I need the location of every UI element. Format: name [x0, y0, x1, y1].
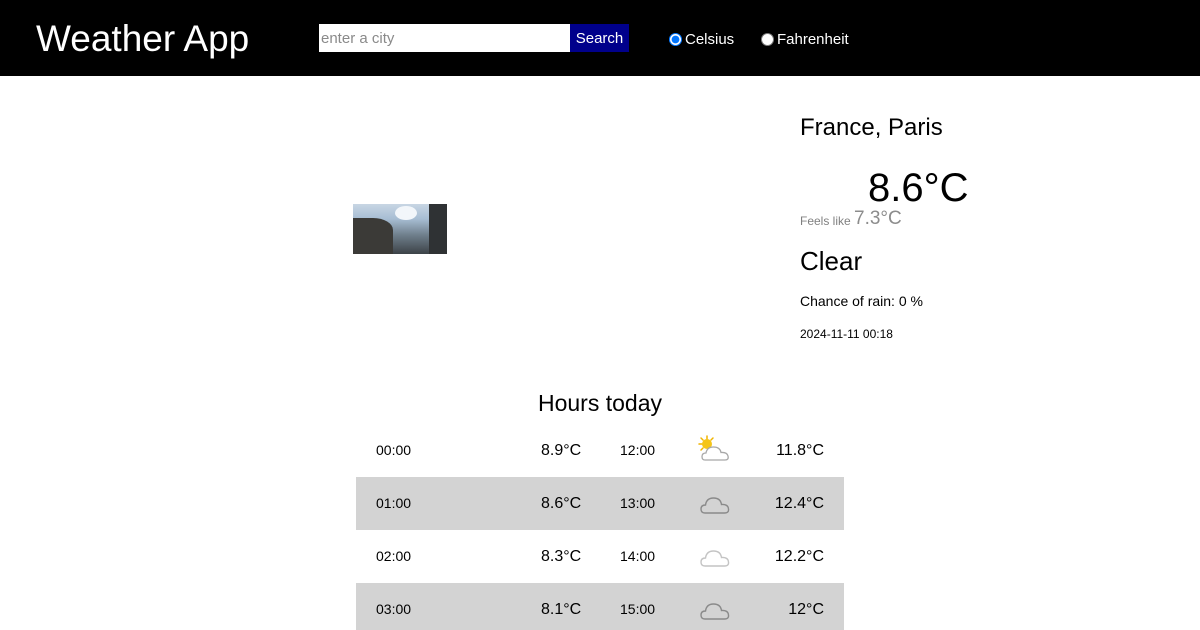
sun-behind-cloud-icon: [696, 435, 734, 465]
hour-temperature: 11.8°C: [776, 442, 824, 459]
chance-of-rain: Chance of rain: 0 %: [800, 292, 923, 310]
last-updated-timestamp: 2024-11-11 00:18: [800, 327, 893, 341]
hour-temperature: 12°C: [788, 601, 824, 618]
moon-icon: [462, 547, 476, 565]
hour-time: 02:00: [376, 548, 412, 564]
hour-time: 14:00: [620, 548, 656, 564]
current-temperature: 8.6°C: [868, 166, 969, 210]
hour-time: 03:00: [376, 601, 412, 617]
weather-condition: Clear: [800, 246, 863, 276]
moon-icon: [462, 600, 476, 618]
hour-temperature: 8.1°C: [541, 601, 582, 618]
hour-time: 12:00: [620, 442, 656, 458]
unit-option-celsius[interactable]: Celsius: [669, 30, 734, 48]
app-title: Weather App: [36, 18, 250, 59]
city-search-input[interactable]: [319, 24, 570, 52]
moon-icon: [820, 180, 842, 204]
light-cloud-icon: [696, 541, 734, 571]
hour-time: 13:00: [620, 495, 656, 511]
celsius-radio[interactable]: [669, 32, 682, 46]
header-bar: Weather App Search Celsius Fahrenheit: [0, 0, 1200, 76]
location-name: France, Paris: [800, 114, 943, 141]
table-row: 01:00 8.6°C 13:00 12.4°C: [356, 477, 844, 530]
hour-temperature: 8.9°C: [541, 442, 582, 459]
celsius-label: Celsius: [685, 30, 735, 48]
unit-option-fahrenheit[interactable]: Fahrenheit: [761, 30, 849, 48]
hour-temperature: 12.2°C: [774, 548, 824, 565]
hour-time: 00:00: [376, 442, 412, 458]
fahrenheit-label: Fahrenheit: [777, 30, 849, 48]
hour-time: 15:00: [620, 601, 656, 617]
table-row: 00:00 8.9°C 12:00 11.8°C: [356, 424, 844, 477]
search-button[interactable]: Search: [570, 24, 629, 52]
chance-of-rain-value: 0 %: [898, 293, 923, 309]
chance-of-rain-label: Chance of rain:: [800, 293, 895, 309]
table-row: 02:00 8.3°C 14:00 12.2°C: [356, 530, 844, 583]
table-row: 03:00 8.1°C 15:00 12°C: [356, 583, 844, 630]
hour-time: 01:00: [376, 495, 412, 511]
hour-temperature: 12.4°C: [774, 495, 824, 512]
feels-like-value: 7.3°C: [854, 208, 902, 229]
cloud-icon: [696, 488, 734, 518]
hourly-forecast-table: 00:00 8.9°C 12:00 11.8°C 01:00 8.6°C 13:…: [356, 424, 844, 630]
hour-temperature: 8.6°C: [541, 495, 582, 512]
moon-icon: [462, 494, 476, 512]
hour-temperature: 8.3°C: [541, 548, 582, 565]
cloud-icon: [696, 594, 734, 624]
fahrenheit-radio[interactable]: [761, 32, 774, 46]
feels-like-label: Feels like: [800, 214, 851, 228]
moon-icon: [462, 441, 476, 459]
hours-today-title: Hours today: [537, 390, 662, 416]
location-photo: [353, 204, 447, 254]
